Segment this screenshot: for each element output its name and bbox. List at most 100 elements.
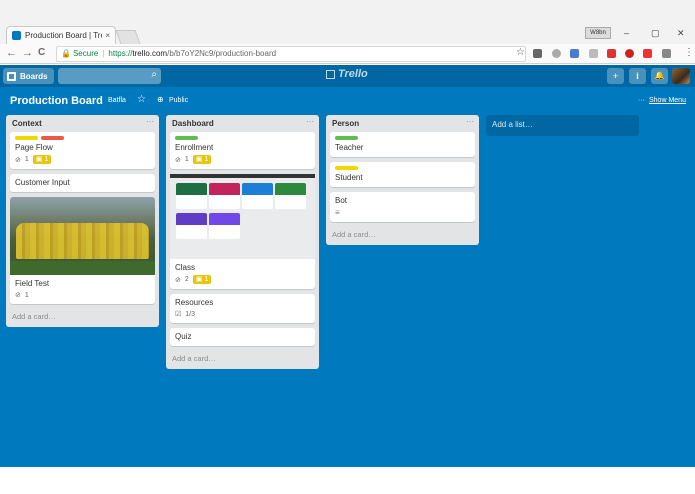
add-card-button[interactable]: Add a card… bbox=[6, 309, 159, 327]
maximize-icon[interactable]: ▢ bbox=[651, 28, 660, 39]
checklist-badge: ▣ 1 bbox=[192, 275, 212, 284]
card-title: Resources bbox=[175, 298, 214, 307]
bookmark-star-icon[interactable]: ☆ bbox=[516, 47, 525, 58]
card-badges: ☑ 1/3 bbox=[175, 310, 310, 319]
tab-close-icon[interactable]: × bbox=[105, 31, 110, 40]
board-header: Production Board Batfla ☆ ⊕ Public ··· Sh… bbox=[0, 87, 695, 115]
add-card-button[interactable]: Add a card… bbox=[166, 351, 319, 369]
card-class[interactable]: Class ⊘ 2 ▣ 1 bbox=[170, 174, 315, 289]
show-menu-button[interactable]: ··· Show Menu bbox=[638, 97, 686, 104]
card-title: Customer Input bbox=[15, 178, 70, 187]
board-visibility[interactable]: Public bbox=[169, 97, 188, 104]
card-teacher[interactable]: Teacher bbox=[330, 132, 475, 157]
trello-logo[interactable]: Trello bbox=[326, 68, 368, 80]
card-labels bbox=[335, 166, 470, 170]
extension-icon[interactable] bbox=[589, 49, 598, 58]
new-tab-button[interactable] bbox=[115, 30, 141, 44]
list-header: Context ··· bbox=[6, 115, 159, 132]
label-green bbox=[175, 136, 198, 140]
globe-icon: ⊕ bbox=[157, 95, 164, 104]
list-menu-icon[interactable]: ··· bbox=[306, 117, 314, 126]
url-path: /b/b7oY2Nc9/production-board bbox=[167, 49, 277, 58]
minimize-icon[interactable]: – bbox=[624, 28, 629, 38]
lock-icon: 🔒 bbox=[61, 49, 71, 58]
list-menu-icon[interactable]: ··· bbox=[146, 117, 154, 126]
add-button[interactable]: + bbox=[607, 68, 624, 84]
address-bar[interactable]: 🔒 Secure | https:// trello.com /b/b7oY2N… bbox=[56, 46, 526, 62]
thumb-tile bbox=[176, 183, 207, 209]
window-profile-badge[interactable]: W8bn bbox=[585, 27, 611, 39]
boards-label: Boards bbox=[20, 71, 48, 81]
add-card-button[interactable]: Add a card… bbox=[326, 227, 479, 245]
checklist-count: 1 bbox=[204, 156, 209, 163]
avatar[interactable] bbox=[672, 68, 690, 84]
attachment-count: 1 bbox=[24, 291, 29, 299]
card-customer-input[interactable]: Customer Input bbox=[10, 174, 155, 192]
card-cover-screenshot bbox=[170, 174, 315, 259]
boards-button[interactable]: Boards bbox=[3, 68, 54, 84]
search-input[interactable]: ⌕ bbox=[58, 68, 161, 84]
back-arrow-icon[interactable]: ← bbox=[6, 47, 17, 59]
card-quiz[interactable]: Quiz bbox=[170, 328, 315, 346]
checklist-progress: 1/3 bbox=[185, 310, 196, 318]
card-title: Page Flow bbox=[15, 143, 53, 152]
trello-board: Boards ⌕ Trello + i 🔔 Production Board B… bbox=[0, 65, 695, 467]
tab-title: Production Board | Trello bbox=[25, 31, 102, 40]
card-bot[interactable]: Bot ≡ bbox=[330, 192, 475, 222]
card-student[interactable]: Student bbox=[330, 162, 475, 187]
extension-icon[interactable] bbox=[533, 49, 542, 58]
browser-menu-icon[interactable]: ⋮ bbox=[684, 47, 694, 58]
reload-icon[interactable]: C bbox=[38, 47, 45, 58]
extension-icon[interactable] bbox=[607, 49, 616, 58]
list-title[interactable]: Context bbox=[12, 119, 42, 128]
attachment-icon: ⊘ bbox=[15, 156, 21, 164]
group-photo bbox=[16, 223, 149, 259]
list-context: Context ··· Page Flow ⊘ 1 ▣ 1 Customer I… bbox=[6, 115, 159, 327]
secure-label: Secure bbox=[72, 49, 99, 58]
card-title: Student bbox=[335, 173, 363, 182]
extension-icon[interactable] bbox=[662, 49, 671, 58]
search-icon: ⌕ bbox=[151, 69, 157, 80]
card-title: Teacher bbox=[335, 143, 364, 152]
url-host: trello.com bbox=[132, 49, 168, 58]
card-resources[interactable]: Resources ☑ 1/3 bbox=[170, 294, 315, 323]
card-badges: ⊘ 2 ▣ 1 bbox=[175, 275, 310, 284]
checklist-badge: ▣ 1 bbox=[192, 155, 212, 164]
add-list-button[interactable]: Add a list… bbox=[486, 115, 639, 136]
card-field-test[interactable]: Field Test ⊘ 1 bbox=[10, 197, 155, 304]
browser-tabstrip: Production Board | Trello × W8bn – ▢ ✕ bbox=[0, 0, 695, 44]
board-title[interactable]: Production Board bbox=[10, 95, 103, 107]
info-icon[interactable]: i bbox=[629, 68, 646, 84]
card-enrollment[interactable]: Enrollment ⊘ 1 ▣ 1 bbox=[170, 132, 315, 169]
list-menu-icon[interactable]: ··· bbox=[466, 117, 474, 126]
board-star-icon[interactable]: ☆ bbox=[137, 94, 146, 105]
window-close-icon[interactable]: ✕ bbox=[677, 28, 685, 39]
photo-grass bbox=[10, 261, 155, 275]
extension-icon[interactable] bbox=[552, 49, 561, 58]
extension-icon[interactable] bbox=[643, 49, 652, 58]
checklist-count: 1 bbox=[204, 276, 209, 283]
show-menu-label: Show Menu bbox=[649, 97, 686, 104]
attachment-count: 2 bbox=[184, 276, 189, 283]
card-title: Field Test bbox=[15, 279, 50, 288]
list-title[interactable]: Dashboard bbox=[172, 119, 214, 128]
checklist-count: 1 bbox=[44, 156, 49, 163]
extension-icon[interactable] bbox=[570, 49, 579, 58]
board-team[interactable]: Batfla bbox=[108, 97, 126, 104]
browser-toolbar: ← → C 🔒 Secure | https:// trello.com /b/… bbox=[0, 44, 695, 64]
adblock-icon[interactable] bbox=[625, 49, 634, 58]
list-dashboard: Dashboard ··· Enrollment ⊘ 1 ▣ 1 Class ⊘… bbox=[166, 115, 319, 369]
notifications-bell-icon[interactable]: 🔔 bbox=[651, 68, 668, 84]
attachment-count: 1 bbox=[24, 156, 29, 163]
screenshot-root: Production Board | Trello × W8bn – ▢ ✕ ←… bbox=[0, 0, 695, 494]
checklist-icon: ☑ bbox=[175, 311, 182, 318]
list-title[interactable]: Person bbox=[332, 119, 359, 128]
label-yellow bbox=[335, 166, 358, 170]
card-page-flow[interactable]: Page Flow ⊘ 1 ▣ 1 bbox=[10, 132, 155, 169]
label-yellow bbox=[15, 136, 38, 140]
forward-arrow-icon[interactable]: → bbox=[22, 47, 33, 59]
card-title: Quiz bbox=[175, 332, 192, 341]
browser-tab[interactable]: Production Board | Trello × bbox=[6, 26, 116, 44]
card-labels bbox=[15, 136, 150, 140]
attachment-icon: ⊘ bbox=[15, 292, 21, 299]
